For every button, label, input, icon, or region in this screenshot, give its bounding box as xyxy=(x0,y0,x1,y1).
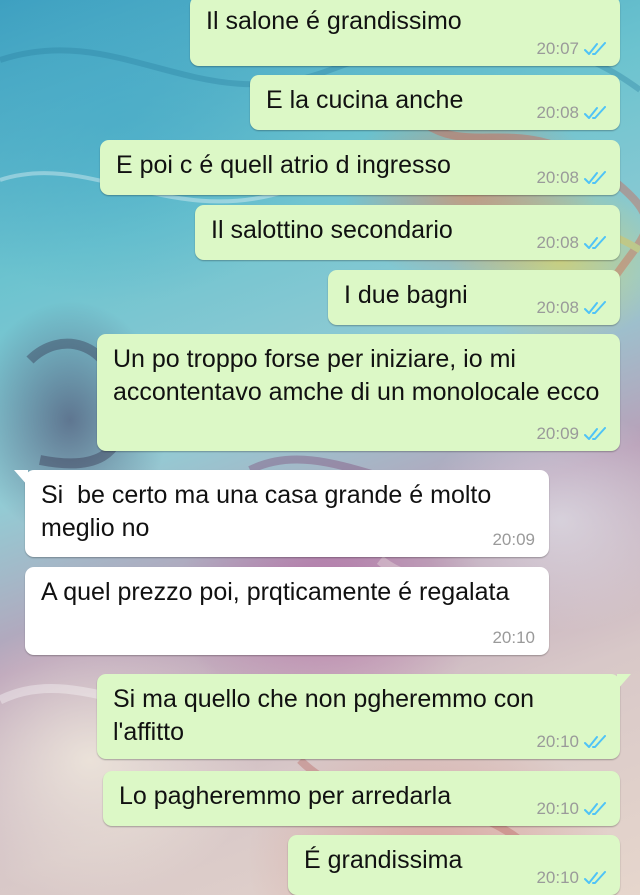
message-time: 20:08 xyxy=(536,103,579,122)
message-time: 20:08 xyxy=(536,233,579,252)
double-check-icon xyxy=(584,171,606,184)
message-meta: 20:08 xyxy=(536,103,608,123)
bubble-tail xyxy=(14,470,28,486)
message-time: 20:09 xyxy=(536,424,579,443)
message-meta: 20:07 xyxy=(536,39,608,59)
message-meta: 20:08 xyxy=(536,168,608,188)
bubble-tail xyxy=(617,674,631,690)
message-meta: 20:10 xyxy=(536,732,608,752)
message-time: 20:08 xyxy=(536,168,579,187)
message-time: 20:08 xyxy=(536,298,579,317)
message-meta: 20:10 xyxy=(536,799,608,819)
message-time: 20:10 xyxy=(536,732,579,751)
message-meta: 20:10 xyxy=(492,628,535,648)
message-list[interactable]: Il salone é grandissimo 20:07 E la cucin… xyxy=(0,0,640,895)
message-bubble-outgoing[interactable]: É grandissima 20:10 xyxy=(288,835,620,895)
double-check-icon xyxy=(584,735,606,748)
message-bubble-incoming[interactable]: A quel prezzo poi, prqticamente é regala… xyxy=(25,567,549,655)
message-bubble-outgoing[interactable]: Un po troppo forse per iniziare, io mi a… xyxy=(97,334,620,451)
double-check-icon xyxy=(584,106,606,119)
message-bubble-outgoing[interactable]: Il salottino secondario 20:08 xyxy=(195,205,620,260)
double-check-icon xyxy=(584,802,606,815)
message-time: 20:07 xyxy=(536,39,579,58)
message-bubble-outgoing[interactable]: Lo pagheremmo per arredarla 20:10 xyxy=(103,771,620,826)
message-meta: 20:08 xyxy=(536,233,608,253)
double-check-icon xyxy=(584,236,606,249)
message-text: Lo pagheremmo per arredarla xyxy=(119,782,452,810)
message-meta: 20:10 xyxy=(536,868,608,888)
message-bubble-outgoing[interactable]: E la cucina anche 20:08 xyxy=(250,75,620,130)
message-text: E poi c é quell atrio d ingresso xyxy=(116,151,451,179)
message-meta: 20:09 xyxy=(536,424,608,444)
double-check-icon xyxy=(584,871,606,884)
message-text: Si be certo ma una casa grande é molto m… xyxy=(41,481,499,542)
message-time: 20:10 xyxy=(536,799,579,818)
message-time: 20:10 xyxy=(536,868,579,887)
message-time: 20:09 xyxy=(492,530,535,549)
message-text: Il salone é grandissimo xyxy=(206,7,462,35)
double-check-icon xyxy=(584,427,606,440)
double-check-icon xyxy=(584,301,606,314)
message-meta: 20:08 xyxy=(536,298,608,318)
message-bubble-incoming[interactable]: Si be certo ma una casa grande é molto m… xyxy=(14,470,549,557)
message-bubble-outgoing[interactable]: I due bagni 20:08 xyxy=(328,270,620,325)
message-time: 20:10 xyxy=(492,628,535,647)
message-text: Un po troppo forse per iniziare, io mi a… xyxy=(113,345,600,406)
message-bubble-outgoing[interactable]: Si ma quello che non pgheremmo con l'aff… xyxy=(97,674,631,759)
message-text: Si ma quello che non pgheremmo con l'aff… xyxy=(113,685,542,746)
message-bubble-outgoing[interactable]: Il salone é grandissimo 20:07 xyxy=(190,0,620,66)
double-check-icon xyxy=(584,42,606,55)
message-bubble-outgoing[interactable]: E poi c é quell atrio d ingresso 20:08 xyxy=(100,140,620,195)
message-meta: 20:09 xyxy=(492,530,535,550)
message-text: A quel prezzo poi, prqticamente é regala… xyxy=(41,578,510,606)
